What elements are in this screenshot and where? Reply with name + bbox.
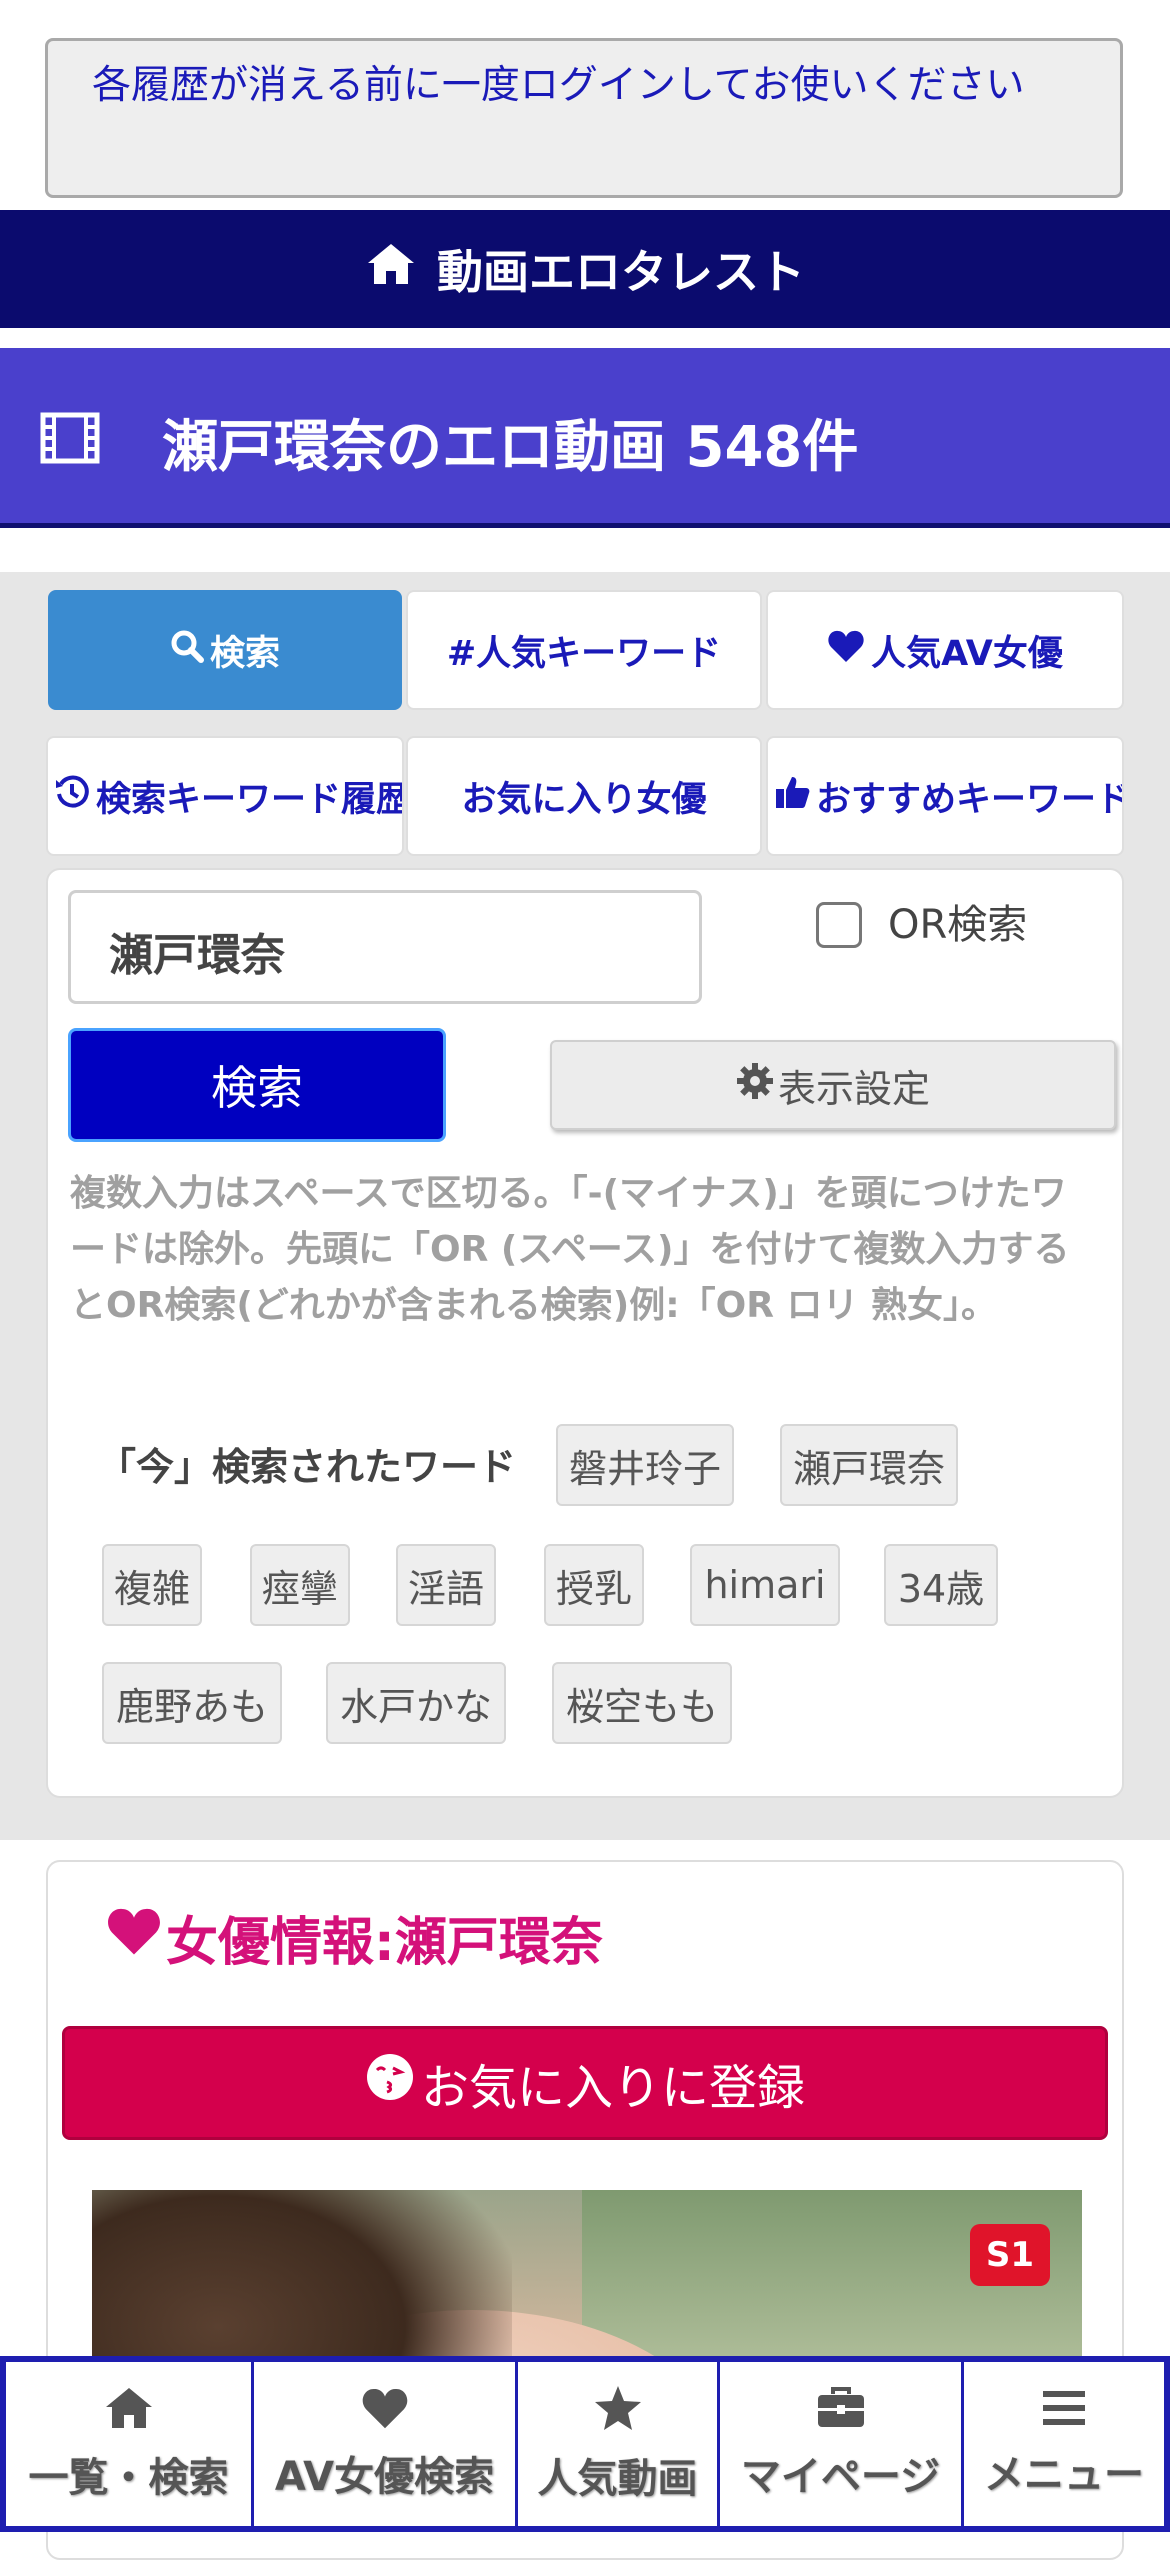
tab-favorite-actresses[interactable]: お気に入り女優 [406, 736, 762, 856]
tab-recommended-keywords[interactable]: おすすめキーワード [766, 736, 1124, 856]
home-icon [103, 2385, 155, 2441]
keyword-chip[interactable]: 水戸かな [326, 1662, 506, 1744]
keyword-chip[interactable]: himari [690, 1544, 840, 1626]
heart-icon [106, 1906, 162, 1969]
keyword-chip[interactable]: 磐井玲子 [556, 1424, 734, 1506]
or-search-checkbox[interactable] [816, 902, 862, 948]
history-icon [54, 774, 90, 819]
heart-icon [361, 2386, 409, 2440]
login-notice: 各履歴が消える前に一度ログインしてお使いください [45, 38, 1123, 198]
keyword-chip[interactable]: 34歳 [884, 1544, 998, 1626]
nav-list-search[interactable]: 一覧・検索 [6, 2362, 254, 2526]
keyword-chip[interactable]: 淫語 [396, 1544, 496, 1626]
gear-icon [736, 1062, 774, 1109]
site-header[interactable]: 動画エロタレスト [0, 210, 1170, 328]
search-help-text: 複数入力はスペースで区切る。「-(マイナス)」を頭につけたワードは除外。先頭に「… [70, 1173, 1070, 1326]
home-icon [365, 241, 417, 298]
briefcase-icon [816, 2386, 866, 2440]
tab-search[interactable]: 検索 [48, 590, 402, 710]
search-button[interactable]: 検索 [68, 1028, 446, 1142]
site-title: 動画エロタレスト [437, 245, 805, 299]
now-searched-label: 「今」検索されたワード [98, 1445, 517, 1489]
menu-icon [1041, 2388, 1087, 2438]
tab-popular-actresses[interactable]: 人気AV女優 [766, 590, 1124, 710]
search-input[interactable]: 瀬戸環奈 [68, 890, 702, 1004]
keyword-chip[interactable]: 瀬戸環奈 [780, 1424, 958, 1506]
tab-search-history[interactable]: 検索キーワード履歴 [46, 736, 404, 856]
actress-info-title: 女優情報:瀬戸環奈 [106, 1900, 603, 1975]
tab-popular-keywords[interactable]: #人気キーワード [406, 590, 762, 710]
keyword-chip[interactable]: 授乳 [544, 1544, 644, 1626]
film-icon [40, 412, 100, 478]
add-favorite-button[interactable]: お気に入りに登録 [62, 2026, 1108, 2140]
kiss-face-icon [365, 2052, 415, 2114]
keyword-chip[interactable]: 複雑 [102, 1544, 202, 1626]
search-icon [170, 629, 204, 672]
nav-menu[interactable]: メニュー [964, 2362, 1164, 2526]
studio-logo: S1 [970, 2224, 1050, 2286]
display-settings-button[interactable]: 表示設定 [550, 1040, 1116, 1130]
heart-icon [827, 629, 865, 672]
thumbs-up-icon [774, 774, 810, 819]
page-title-bar: 瀬戸環奈のエロ動画 548件 [0, 348, 1170, 528]
nav-popular-videos[interactable]: 人気動画 [518, 2362, 720, 2526]
bottom-navigation: 一覧・検索 AV女優検索 人気動画 マイページ メニュー [0, 2356, 1170, 2532]
keyword-chip[interactable]: 痙攣 [250, 1544, 350, 1626]
star-icon [593, 2384, 643, 2442]
page-title: 瀬戸環奈のエロ動画 548件 [162, 415, 859, 480]
nav-my-page[interactable]: マイページ [720, 2362, 964, 2526]
nav-actress-search[interactable]: AV女優検索 [254, 2362, 518, 2526]
keyword-chip[interactable]: 鹿野あも [102, 1662, 282, 1744]
keyword-chip[interactable]: 桜空もも [552, 1662, 732, 1744]
or-search-label: OR検索 [888, 902, 1028, 948]
